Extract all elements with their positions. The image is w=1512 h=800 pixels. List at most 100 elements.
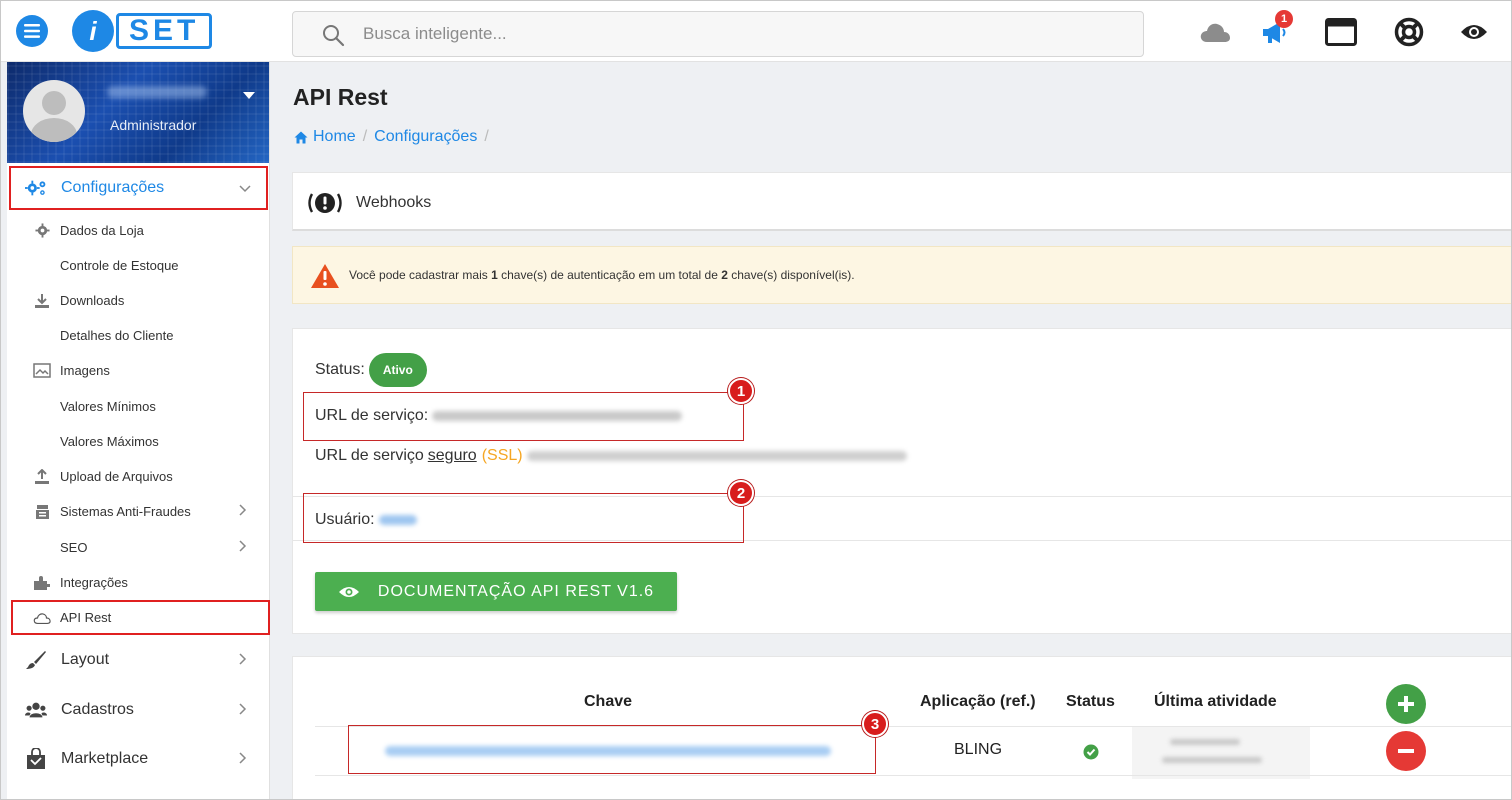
search-input[interactable] — [363, 20, 1123, 48]
sidebar-item-label: SEO — [60, 540, 88, 555]
webhooks-panel[interactable]: Webhooks — [292, 172, 1512, 231]
eye-icon — [338, 585, 360, 599]
sidebar-item-cadastros[interactable]: Cadastros — [7, 688, 270, 732]
url-secure-value-redacted — [526, 451, 907, 461]
sidebar-item-label: Layout — [61, 651, 110, 668]
caret-down-icon[interactable] — [243, 92, 255, 99]
status-badge: Ativo — [368, 353, 427, 387]
alert-box: Você pode cadastrar mais 1 chave(s) de a… — [292, 246, 1512, 304]
column-header-aplicacao: Aplicação (ref.) — [920, 693, 1036, 710]
highlight-box-api-rest — [11, 600, 270, 635]
sidebar-item-upload-de-arquivos[interactable]: Upload de Arquivos — [7, 459, 270, 494]
ssl-label: (SSL) — [481, 447, 523, 464]
sidebar-item-label: Imagens — [60, 363, 110, 378]
users-icon — [25, 700, 47, 720]
sidebar-item-label: Marketplace — [61, 750, 149, 767]
sidebar-item-valores-minimos[interactable]: Valores Mínimos — [7, 389, 270, 424]
search-bar — [292, 11, 1144, 57]
webhooks-label: Webhooks — [356, 194, 432, 211]
page-title: API Rest — [293, 84, 388, 110]
last-activity-cell — [1132, 727, 1310, 779]
breadcrumb: Home / Configurações / — [294, 128, 496, 146]
profile-role: Administrador — [110, 117, 197, 133]
bag-icon — [25, 748, 47, 769]
sidebar-item-controle-de-estoque[interactable]: Controle de Estoque — [7, 248, 270, 283]
documentation-button[interactable]: DOCUMENTAÇÃO API REST V1.6 — [315, 572, 677, 611]
chevron-right-icon — [239, 540, 247, 555]
download-icon — [33, 293, 51, 309]
chevron-right-icon — [239, 702, 247, 718]
annotation-box-key — [348, 725, 876, 774]
top-bar: i SET 1 — [0, 0, 1512, 62]
sidebar-item-label: Sistemas Anti-Fraudes — [60, 504, 191, 519]
sidebar-item-label: Valores Máximos — [60, 434, 159, 449]
check-circle-icon — [1083, 744, 1099, 765]
annotation-marker-2: 2 — [728, 480, 754, 506]
sidebar-item-imagens[interactable]: Imagens — [7, 353, 270, 388]
sidebar-item-seo[interactable]: SEO — [7, 530, 270, 565]
puzzle-icon — [33, 575, 51, 591]
chevron-right-icon — [239, 652, 247, 668]
chevron-right-icon — [239, 504, 247, 519]
sidebar-item-label: Valores Mínimos — [60, 399, 156, 414]
documentation-button-label: DOCUMENTAÇÃO API REST V1.6 — [377, 582, 655, 600]
logo[interactable]: i SET — [72, 10, 213, 52]
exclamation-circle-icon — [308, 190, 342, 221]
sidebar-item-label: Integrações — [60, 575, 128, 590]
home-icon[interactable] — [294, 131, 308, 144]
sidebar-item-valores-maximos[interactable]: Valores Máximos — [7, 424, 270, 459]
breadcrumb-separator: / — [362, 128, 368, 145]
sidebar-item-label: Detalhes do Cliente — [60, 328, 174, 343]
annotation-box-user — [303, 493, 744, 543]
logo-mark: i — [72, 10, 114, 52]
sidebar-item-layout[interactable]: Layout — [7, 638, 270, 682]
logo-text: SET — [116, 13, 213, 49]
megaphone-icon[interactable]: 1 — [1259, 10, 1293, 48]
breadcrumb-configuracoes[interactable]: Configurações — [374, 128, 477, 146]
last-activity-redacted — [1162, 757, 1262, 763]
gear-icon — [33, 223, 51, 239]
sidebar-item-marketplace[interactable]: Marketplace — [7, 737, 270, 781]
sidebar-item-label: Cadastros — [61, 701, 134, 718]
sidebar-item-dados-da-loja[interactable]: Dados da Loja — [7, 213, 270, 248]
sidebar-item-label: Upload de Arquivos — [60, 469, 173, 484]
avatar — [23, 80, 85, 142]
notification-badge: 1 — [1275, 10, 1293, 28]
sidebar-item-label: Controle de Estoque — [60, 258, 179, 273]
sidebar-item-integracoes[interactable]: Integrações — [7, 565, 270, 600]
url-secure-word: seguro — [427, 447, 477, 464]
breadcrumb-separator: / — [484, 128, 489, 145]
brush-icon — [25, 650, 47, 670]
fraud-icon — [33, 504, 51, 520]
url-secure-label: URL de serviço — [315, 447, 424, 464]
warning-icon — [310, 263, 340, 294]
status-label: Status: — [315, 361, 365, 378]
sidebar-item-label: Dados da Loja — [60, 223, 144, 238]
alert-message: Você pode cadastrar mais 1 chave(s) de a… — [349, 268, 855, 282]
profile-panel[interactable]: Administrador — [7, 62, 269, 163]
sidebar-item-detalhes-do-cliente[interactable]: Detalhes do Cliente — [7, 318, 270, 353]
remove-key-button[interactable] — [1386, 731, 1426, 771]
cloud-icon[interactable] — [1199, 16, 1231, 48]
sidebar-item-label: Downloads — [60, 293, 125, 308]
upload-icon — [33, 468, 51, 485]
column-header-status: Status — [1066, 693, 1115, 710]
breadcrumb-home[interactable]: Home — [313, 128, 356, 146]
image-icon — [33, 363, 51, 379]
chevron-right-icon — [239, 751, 247, 767]
sidebar-item-downloads[interactable]: Downloads — [7, 283, 270, 318]
table-row-divider — [315, 775, 1512, 776]
annotation-marker-3: 3 — [862, 711, 888, 737]
search-icon[interactable] — [321, 23, 345, 52]
profile-name-redacted — [107, 86, 207, 98]
menu-icon[interactable] — [16, 15, 48, 47]
lifebuoy-icon[interactable] — [1393, 16, 1425, 48]
eye-icon[interactable] — [1458, 16, 1490, 48]
sidebar-item-anti-fraudes[interactable]: Sistemas Anti-Fraudes — [7, 494, 270, 529]
highlight-box-configuracoes — [9, 166, 268, 210]
add-key-button[interactable] — [1386, 684, 1426, 724]
window-icon[interactable] — [1325, 16, 1357, 48]
api-info-panel: Status: Ativo URL de serviço: URL de ser… — [292, 328, 1512, 634]
last-activity-redacted — [1170, 739, 1240, 745]
column-header-ultima-atividade: Última atividade — [1154, 693, 1277, 710]
